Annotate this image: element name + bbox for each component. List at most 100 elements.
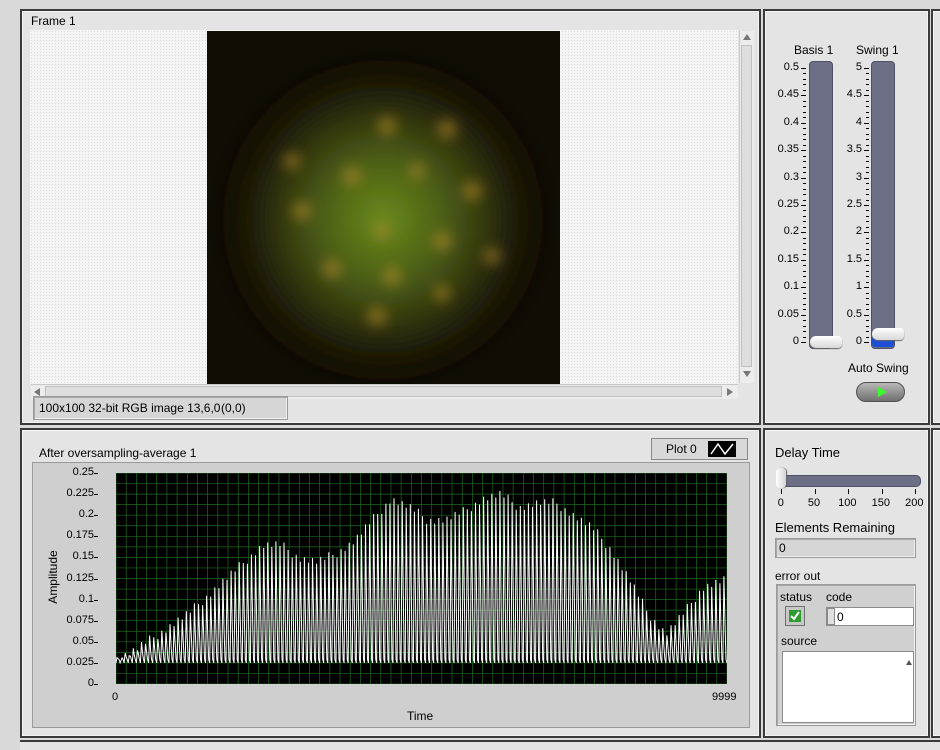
delay-tick-label: 200 <box>905 497 924 509</box>
swing-tick-mark <box>864 287 869 289</box>
basis-minor-tick <box>803 84 806 86</box>
y-tick-label: 0.1 <box>78 592 94 605</box>
swing-tick-label: 1.5 <box>846 252 862 265</box>
y-tick-label: 0.25 <box>72 466 94 478</box>
y-tick-label: 0.025 <box>66 655 94 668</box>
basis-tick-mark <box>801 122 806 124</box>
basis-slider-thumb[interactable] <box>810 336 842 348</box>
basis-minor-tick <box>803 226 806 228</box>
basis-tick-mark <box>801 150 806 152</box>
swing-tick-label: 4 <box>855 115 862 128</box>
swing-minor-tick <box>866 281 869 283</box>
basis-minor-tick <box>803 128 806 130</box>
scroll-left-arrow-icon[interactable] <box>34 388 40 396</box>
basis-tick-label: 0 <box>792 335 799 347</box>
swing-minor-tick <box>866 298 869 300</box>
right-edge-panel <box>931 9 940 425</box>
line-style-icon <box>708 441 736 457</box>
basis-minor-tick <box>803 133 806 135</box>
basis-minor-tick <box>803 303 806 305</box>
basis-tick-mark <box>801 177 806 179</box>
swing-slider-label: Swing 1 <box>856 43 899 57</box>
swing-minor-tick <box>866 221 869 223</box>
swing-slider-track[interactable] <box>871 61 895 349</box>
basis-minor-tick <box>803 155 806 157</box>
graph-title: After oversampling-average 1 <box>39 446 197 460</box>
basis-tick-label: 0.25 <box>777 198 799 210</box>
amplitude-plot[interactable] <box>116 473 727 684</box>
y-tick-mark <box>94 641 98 643</box>
basis-minor-tick <box>803 73 806 75</box>
y-tick-label: 0 <box>87 677 94 689</box>
basis-minor-tick <box>803 237 806 239</box>
basis-minor-tick <box>803 117 806 119</box>
y-tick-mark <box>94 473 98 474</box>
swing-minor-tick <box>866 309 869 311</box>
basis-tick-mark <box>801 68 806 69</box>
y-tick-label: 0.2 <box>78 508 94 521</box>
scroll-down-arrow-icon[interactable] <box>743 371 751 377</box>
basis-tick-mark <box>801 259 806 261</box>
basis-minor-tick <box>803 89 806 91</box>
basis-tick-label: 0.45 <box>777 88 799 101</box>
frame-title: Frame 1 <box>31 14 76 28</box>
delay-time-label: Delay Time <box>775 445 841 460</box>
swing-slider-thumb[interactable] <box>872 328 904 340</box>
y-tick-mark <box>94 684 98 685</box>
swing-tick-label: 4.5 <box>846 88 862 101</box>
scroll-up-arrow-icon[interactable] <box>743 34 751 40</box>
basis-minor-tick <box>803 199 806 201</box>
x-axis-label: Time <box>407 709 434 723</box>
basis-minor-tick <box>803 111 806 113</box>
basis-tick-label: 0.2 <box>783 225 799 238</box>
swing-minor-tick <box>866 106 869 108</box>
elements-remaining-label: Elements Remaining <box>775 520 895 535</box>
elements-remaining-value: 0 <box>779 541 786 555</box>
swing-minor-tick <box>866 276 869 278</box>
basis-tick-mark <box>801 205 806 206</box>
swing-minor-tick <box>866 254 869 256</box>
plot-legend-label: Plot 0 <box>666 442 697 456</box>
delay-time-slider-thumb[interactable] <box>776 468 786 488</box>
swing-minor-tick <box>866 144 869 146</box>
basis-minor-tick <box>803 248 806 250</box>
basis-minor-tick <box>803 183 806 185</box>
basis-minor-tick <box>803 78 806 80</box>
swing-minor-tick <box>866 73 869 75</box>
auto-swing-label: Auto Swing <box>848 361 909 375</box>
y-tick-label: 0.225 <box>66 487 94 500</box>
source-field[interactable] <box>782 651 914 723</box>
swing-minor-tick <box>866 172 869 174</box>
basis-minor-tick <box>803 221 806 223</box>
swing-tick-label: 2 <box>855 225 862 238</box>
play-arrow-icon <box>878 387 887 397</box>
swing-tick-label: 0.5 <box>846 307 862 320</box>
swing-minor-tick <box>866 226 869 228</box>
basis-slider-track[interactable] <box>809 61 833 349</box>
scroll-right-arrow-icon[interactable] <box>727 388 733 396</box>
y-tick-mark <box>94 620 98 622</box>
basis-minor-tick <box>803 172 806 174</box>
frame-vertical-scrollbar[interactable] <box>739 31 754 383</box>
swing-minor-tick <box>866 199 869 201</box>
auto-swing-toggle[interactable] <box>856 382 905 402</box>
swing-minor-tick <box>866 161 869 163</box>
basis-tick-mark <box>801 342 806 343</box>
basis-minor-tick <box>803 281 806 283</box>
code-increment-icon[interactable] <box>827 608 835 625</box>
swing-minor-tick <box>866 215 869 217</box>
scroll-thumb[interactable] <box>741 45 752 367</box>
basis-minor-tick <box>803 188 806 190</box>
basis-minor-tick <box>803 331 806 333</box>
delay-time-slider-track[interactable] <box>777 475 921 487</box>
swing-minor-tick <box>866 265 869 267</box>
swing-tick-label: 2.5 <box>846 198 862 210</box>
basis-tick-mark <box>801 232 806 234</box>
delay-tick-mark <box>814 489 816 494</box>
basis-tick-mark <box>801 314 806 316</box>
swing-tick-mark <box>864 342 869 343</box>
plot-legend[interactable]: Plot 0 <box>651 438 748 460</box>
source-scroll-up-icon[interactable] <box>906 660 912 665</box>
swing-minor-tick <box>866 320 869 322</box>
y-tick-label: 0.05 <box>72 634 94 647</box>
